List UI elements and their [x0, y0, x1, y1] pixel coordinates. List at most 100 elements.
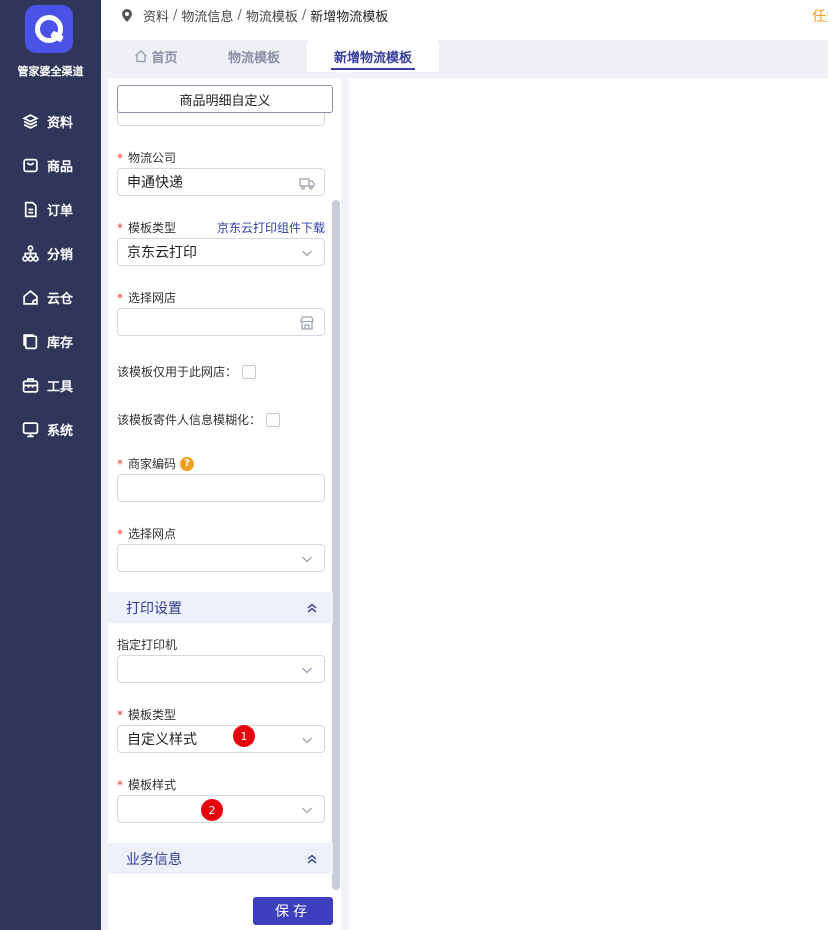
- network-icon: [22, 244, 39, 262]
- help-icon[interactable]: ?: [180, 456, 195, 471]
- tab-logistics-template[interactable]: 物流模板: [223, 40, 285, 72]
- bag-icon: [23, 158, 38, 172]
- breadcrumb-item[interactable]: 物流模板: [246, 6, 298, 25]
- checkbox-label: 该模板寄件人信息模糊化：: [117, 413, 262, 427]
- sidebar-item-distribution[interactable]: 分销: [22, 242, 73, 264]
- section-title: 打印设置: [126, 600, 182, 617]
- top-header: 资料 / 物流信息 / 物流模板 / 新增物流模板 任务: [101, 0, 828, 40]
- partial-input-above[interactable]: [117, 112, 325, 126]
- label-text: 模板样式: [128, 778, 177, 792]
- cloud-warehouse-icon: [23, 289, 38, 305]
- brand-name: 管家婆全渠道: [17, 65, 84, 78]
- jd-cloud-print-download-link[interactable]: 京东云打印组件下载: [217, 219, 325, 236]
- logistics-company-label: * 物流公司: [117, 149, 176, 166]
- print-template-type-select[interactable]: 自定义样式: [117, 725, 325, 753]
- sidebar-item-system[interactable]: 系统: [22, 418, 73, 440]
- annotation-badge: 2: [201, 799, 223, 821]
- truck-icon[interactable]: [299, 175, 315, 191]
- label-text: 模板类型: [128, 221, 177, 235]
- required-mark: *: [117, 290, 123, 305]
- tab-label: 物流模板: [227, 50, 280, 66]
- business-info-section[interactable]: 业务信息: [108, 843, 333, 874]
- sidebar-item-label: 工具: [47, 379, 74, 395]
- sidebar-item-cloud-warehouse[interactable]: 云仓: [22, 286, 73, 308]
- printer-label: 指定打印机: [117, 636, 177, 653]
- label-text: 选择网点: [128, 527, 177, 541]
- tab-label: 首页: [151, 50, 178, 66]
- required-mark: *: [117, 777, 123, 792]
- label-text: 物流公司: [128, 151, 177, 165]
- logo-icon[interactable]: [25, 5, 73, 53]
- breadcrumb-separator: /: [237, 8, 242, 23]
- template-style-label: * 模板样式: [117, 776, 176, 793]
- sidebar-item-label: 商品: [47, 159, 74, 175]
- home-icon: [135, 50, 148, 63]
- required-mark: *: [117, 150, 123, 165]
- monitor-icon: [22, 421, 39, 437]
- print-template-type-label: * 模板类型: [117, 706, 176, 723]
- sidebar-item-goods[interactable]: 商品: [22, 154, 73, 176]
- required-mark: *: [117, 220, 123, 235]
- inventory-icon: [23, 333, 38, 349]
- save-button[interactable]: 保存: [253, 897, 333, 925]
- sidebar-item-label: 云仓: [47, 291, 74, 307]
- required-mark: *: [117, 456, 123, 471]
- sidebar-item-inventory[interactable]: 库存: [22, 330, 73, 352]
- merchant-code-label: * 商家编码 ?: [117, 455, 195, 472]
- collapse-chevron-icon[interactable]: [305, 852, 319, 866]
- toolbox-icon: [22, 377, 39, 393]
- required-mark: *: [117, 526, 123, 541]
- tab-home[interactable]: 首页: [128, 40, 184, 72]
- breadcrumb-separator: /: [173, 8, 178, 23]
- breadcrumb-current: 新增物流模板: [310, 10, 389, 25]
- label-text: 模板类型: [128, 708, 177, 722]
- active-tab-underline: [331, 68, 415, 70]
- chevron-down-icon: [299, 551, 315, 567]
- chevron-down-icon: [299, 732, 315, 748]
- field-value: 京东云打印: [127, 245, 197, 261]
- select-outlet-select[interactable]: [117, 544, 325, 572]
- merchant-code-input[interactable]: [117, 474, 325, 502]
- field-value: 自定义样式: [127, 732, 197, 748]
- tab-bar: 首页 物流模板 新增物流模板: [101, 40, 828, 72]
- sidebar-item-label: 资料: [47, 115, 74, 131]
- collapse-chevron-icon[interactable]: [305, 601, 319, 615]
- only-this-shop-checkbox[interactable]: [242, 364, 257, 379]
- print-settings-section[interactable]: 打印设置: [108, 592, 333, 623]
- shop-icon[interactable]: [299, 315, 315, 331]
- template-type-select[interactable]: 京东云打印: [117, 238, 325, 266]
- annotation-badge: 1: [233, 725, 255, 747]
- breadcrumb: 资料 / 物流信息 / 物流模板 / 新增物流模板: [121, 6, 388, 25]
- chevron-down-icon: [299, 245, 315, 261]
- panel-scrollbar[interactable]: [332, 200, 340, 890]
- layers-icon: [22, 113, 39, 129]
- label-text: 指定打印机: [117, 638, 178, 652]
- sidebar-item-label: 分销: [47, 247, 74, 263]
- field-value: 申通快递: [127, 175, 183, 191]
- select-shop-field[interactable]: [117, 308, 325, 336]
- select-outlet-label: * 选择网点: [117, 525, 176, 542]
- sidebar-item-label: 订单: [47, 203, 74, 219]
- product-detail-custom-button[interactable]: 商品明细自定义: [117, 85, 333, 113]
- breadcrumb-item[interactable]: 物流信息: [181, 6, 233, 25]
- logistics-company-field[interactable]: 申通快递: [117, 168, 325, 196]
- blur-sender-checkbox[interactable]: [266, 412, 281, 427]
- tab-new-logistics-template[interactable]: 新增物流模板: [307, 40, 439, 72]
- sidebar-item-label: 系统: [47, 423, 74, 439]
- printer-select[interactable]: [117, 655, 325, 683]
- chevron-down-icon: [299, 802, 315, 818]
- blur-sender-row: 该模板寄件人信息模糊化：: [117, 411, 281, 428]
- checkbox-label: 该模板仅用于此网店：: [117, 365, 238, 379]
- sidebar-item-data[interactable]: 资料: [22, 110, 73, 132]
- sidebar-item-tools[interactable]: 工具: [22, 374, 73, 396]
- breadcrumb-item[interactable]: 资料: [143, 6, 169, 25]
- chevron-down-icon: [299, 662, 315, 678]
- task-link[interactable]: 任务: [812, 6, 828, 26]
- document-icon: [24, 201, 37, 217]
- label-text: 商家编码: [128, 457, 177, 471]
- sidebar-item-orders[interactable]: 订单: [22, 198, 73, 220]
- section-title: 业务信息: [126, 851, 182, 868]
- required-mark: *: [117, 707, 123, 722]
- label-text: 选择网店: [128, 291, 177, 305]
- location-pin-icon: [122, 8, 132, 22]
